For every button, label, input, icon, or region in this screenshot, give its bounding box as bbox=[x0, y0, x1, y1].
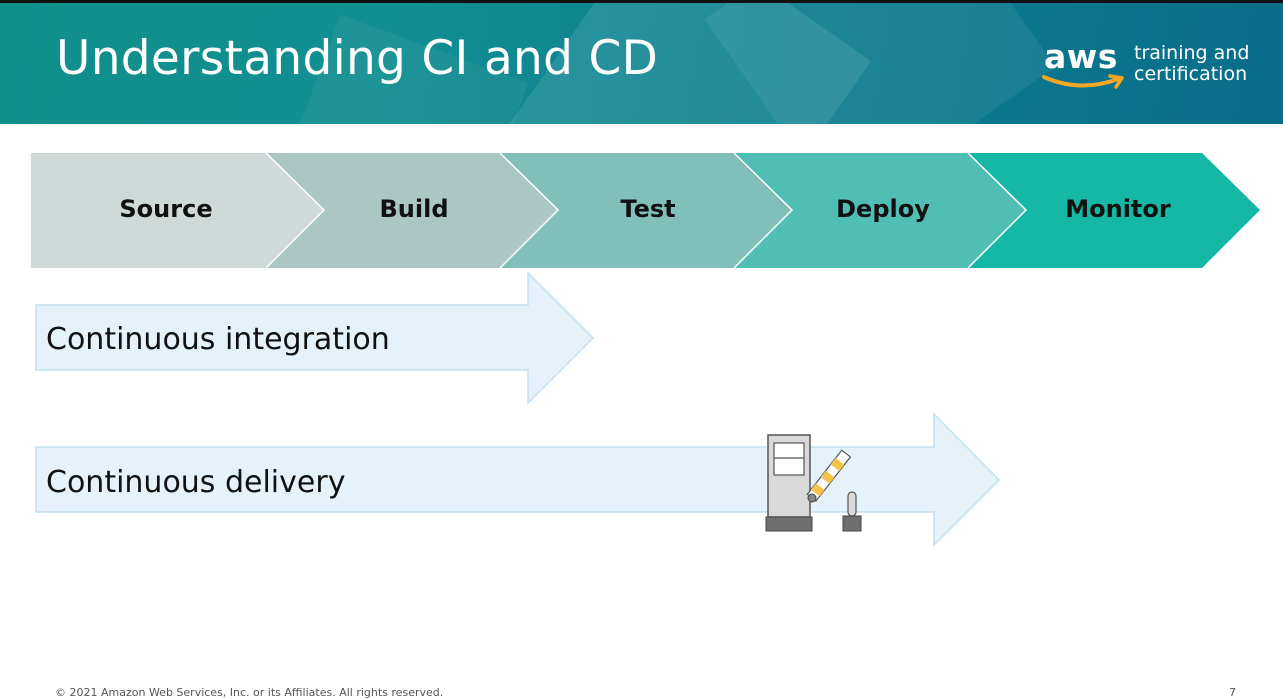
stage-label-source: Source bbox=[119, 195, 212, 223]
stage-label-monitor: Monitor bbox=[1065, 195, 1171, 223]
ci-cd-diagram: Source Build Test Deploy Monitor Continu… bbox=[31, 152, 1260, 547]
page-number: 7 bbox=[1229, 686, 1236, 699]
stage-label-build: Build bbox=[379, 195, 448, 223]
copyright-notice: © 2021 Amazon Web Services, Inc. or its … bbox=[55, 686, 444, 699]
stage-label-deploy: Deploy bbox=[836, 195, 930, 223]
stage-label-test: Test bbox=[620, 195, 675, 223]
continuous-integration-label: Continuous integration bbox=[46, 322, 390, 357]
continuous-delivery-label: Continuous delivery bbox=[46, 465, 345, 500]
